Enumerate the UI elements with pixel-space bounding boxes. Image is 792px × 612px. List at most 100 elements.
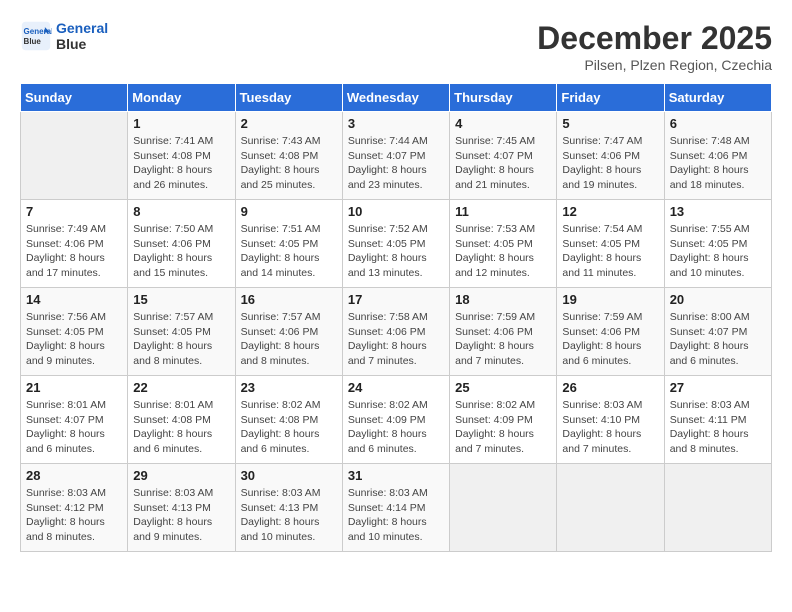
- calendar-cell: 16 Sunrise: 7:57 AM Sunset: 4:06 PM Dayli…: [235, 288, 342, 376]
- day-info: Sunrise: 7:53 AM Sunset: 4:05 PM Dayligh…: [455, 222, 551, 281]
- day-info: Sunrise: 8:02 AM Sunset: 4:08 PM Dayligh…: [241, 398, 337, 457]
- day-number: 18: [455, 292, 551, 307]
- day-number: 10: [348, 204, 444, 219]
- calendar-cell: 18 Sunrise: 7:59 AM Sunset: 4:06 PM Dayli…: [450, 288, 557, 376]
- day-number: 28: [26, 468, 122, 483]
- calendar-cell: [664, 464, 771, 552]
- calendar-cell: 4Sunrise: 7:45 AM Sunset: 4:07 PM Daylig…: [450, 112, 557, 200]
- weekday-header-monday: Monday: [128, 84, 235, 112]
- calendar-cell: 14 Sunrise: 7:56 AM Sunset: 4:05 PM Dayli…: [21, 288, 128, 376]
- day-number: 20: [670, 292, 766, 307]
- day-number: 13: [670, 204, 766, 219]
- day-info: Sunrise: 8:03 AM Sunset: 4:10 PM Dayligh…: [562, 398, 658, 457]
- day-number: 9: [241, 204, 337, 219]
- calendar-cell: 15 Sunrise: 7:57 AM Sunset: 4:05 PM Dayli…: [128, 288, 235, 376]
- weekday-header-thursday: Thursday: [450, 84, 557, 112]
- calendar-cell: 3 Sunrise: 7:44 AM Sunset: 4:07 PM Daylig…: [342, 112, 449, 200]
- day-number: 12: [562, 204, 658, 219]
- day-number: 15: [133, 292, 229, 307]
- day-info: Sunrise: 7:58 AM Sunset: 4:06 PM Dayligh…: [348, 310, 444, 369]
- day-info: Sunrise: 7:59 AM Sunset: 4:06 PM Dayligh…: [562, 310, 658, 369]
- calendar-cell: 5 Sunrise: 7:47 AM Sunset: 4:06 PM Daylig…: [557, 112, 664, 200]
- day-number: 25: [455, 380, 551, 395]
- day-info: Sunrise: 7:51 AM Sunset: 4:05 PM Dayligh…: [241, 222, 337, 281]
- day-info: Sunrise: 7:50 AM Sunset: 4:06 PM Dayligh…: [133, 222, 229, 281]
- day-info: Sunrise: 8:03 AM Sunset: 4:13 PM Dayligh…: [133, 486, 229, 545]
- day-info: Sunrise: 7:57 AM Sunset: 4:05 PM Dayligh…: [133, 310, 229, 369]
- day-number: 30: [241, 468, 337, 483]
- day-number: 19: [562, 292, 658, 307]
- day-info: Sunrise: 7:57 AM Sunset: 4:06 PM Dayligh…: [241, 310, 337, 369]
- day-number: 16: [241, 292, 337, 307]
- weekday-header-tuesday: Tuesday: [235, 84, 342, 112]
- day-number: 14: [26, 292, 122, 307]
- calendar-table: SundayMondayTuesdayWednesdayThursdayFrid…: [20, 83, 772, 552]
- day-info: Sunrise: 8:01 AM Sunset: 4:08 PM Dayligh…: [133, 398, 229, 457]
- day-number: 8: [133, 204, 229, 219]
- day-number: 31: [348, 468, 444, 483]
- day-info: Sunrise: 8:03 AM Sunset: 4:11 PM Dayligh…: [670, 398, 766, 457]
- day-info: Sunrise: 7:56 AM Sunset: 4:05 PM Dayligh…: [26, 310, 122, 369]
- day-info: Sunrise: 7:59 AM Sunset: 4:06 PM Dayligh…: [455, 310, 551, 369]
- calendar-cell: 21 Sunrise: 8:01 AM Sunset: 4:07 PM Dayli…: [21, 376, 128, 464]
- day-info: Sunrise: 7:44 AM Sunset: 4:07 PM Dayligh…: [348, 134, 444, 193]
- calendar-cell: 20 Sunrise: 8:00 AM Sunset: 4:07 PM Dayli…: [664, 288, 771, 376]
- calendar-cell: 24Sunrise: 8:02 AM Sunset: 4:09 PM Dayli…: [342, 376, 449, 464]
- day-info: Sunrise: 7:43 AM Sunset: 4:08 PM Dayligh…: [241, 134, 337, 193]
- calendar-cell: 23Sunrise: 8:02 AM Sunset: 4:08 PM Dayli…: [235, 376, 342, 464]
- day-info: Sunrise: 7:47 AM Sunset: 4:06 PM Dayligh…: [562, 134, 658, 193]
- day-info: Sunrise: 8:02 AM Sunset: 4:09 PM Dayligh…: [348, 398, 444, 457]
- month-title: December 2025: [537, 20, 772, 57]
- calendar-cell: [450, 464, 557, 552]
- page-header: General Blue General Blue December 2025 …: [20, 20, 772, 73]
- day-number: 2: [241, 116, 337, 131]
- calendar-cell: 7 Sunrise: 7:49 AM Sunset: 4:06 PM Daylig…: [21, 200, 128, 288]
- calendar-cell: 26 Sunrise: 8:03 AM Sunset: 4:10 PM Dayli…: [557, 376, 664, 464]
- calendar-cell: 17Sunrise: 7:58 AM Sunset: 4:06 PM Dayli…: [342, 288, 449, 376]
- day-number: 29: [133, 468, 229, 483]
- calendar-cell: 29 Sunrise: 8:03 AM Sunset: 4:13 PM Dayli…: [128, 464, 235, 552]
- day-info: Sunrise: 8:03 AM Sunset: 4:12 PM Dayligh…: [26, 486, 122, 545]
- day-number: 21: [26, 380, 122, 395]
- day-info: Sunrise: 8:01 AM Sunset: 4:07 PM Dayligh…: [26, 398, 122, 457]
- weekday-header-friday: Friday: [557, 84, 664, 112]
- day-info: Sunrise: 7:48 AM Sunset: 4:06 PM Dayligh…: [670, 134, 766, 193]
- day-info: Sunrise: 8:03 AM Sunset: 4:13 PM Dayligh…: [241, 486, 337, 545]
- calendar-cell: 1 Sunrise: 7:41 AM Sunset: 4:08 PM Daylig…: [128, 112, 235, 200]
- svg-text:Blue: Blue: [24, 37, 42, 46]
- day-info: Sunrise: 7:54 AM Sunset: 4:05 PM Dayligh…: [562, 222, 658, 281]
- calendar-cell: 10 Sunrise: 7:52 AM Sunset: 4:05 PM Dayli…: [342, 200, 449, 288]
- calendar-cell: 27 Sunrise: 8:03 AM Sunset: 4:11 PM Dayli…: [664, 376, 771, 464]
- day-number: 1: [133, 116, 229, 131]
- day-info: Sunrise: 7:49 AM Sunset: 4:06 PM Dayligh…: [26, 222, 122, 281]
- calendar-cell: 28 Sunrise: 8:03 AM Sunset: 4:12 PM Dayli…: [21, 464, 128, 552]
- logo-icon: General Blue: [20, 20, 52, 52]
- day-number: 7: [26, 204, 122, 219]
- calendar-cell: 2 Sunrise: 7:43 AM Sunset: 4:08 PM Daylig…: [235, 112, 342, 200]
- calendar-cell: 6 Sunrise: 7:48 AM Sunset: 4:06 PM Daylig…: [664, 112, 771, 200]
- weekday-header-wednesday: Wednesday: [342, 84, 449, 112]
- day-number: 5: [562, 116, 658, 131]
- calendar-cell: [21, 112, 128, 200]
- weekday-header-saturday: Saturday: [664, 84, 771, 112]
- day-info: Sunrise: 7:52 AM Sunset: 4:05 PM Dayligh…: [348, 222, 444, 281]
- day-info: Sunrise: 7:41 AM Sunset: 4:08 PM Dayligh…: [133, 134, 229, 193]
- logo-text: General Blue: [56, 20, 108, 52]
- day-number: 4: [455, 116, 551, 131]
- calendar-cell: 22 Sunrise: 8:01 AM Sunset: 4:08 PM Dayli…: [128, 376, 235, 464]
- day-number: 22: [133, 380, 229, 395]
- calendar-cell: 31 Sunrise: 8:03 AM Sunset: 4:14 PM Dayli…: [342, 464, 449, 552]
- day-number: 3: [348, 116, 444, 131]
- calendar-cell: 8 Sunrise: 7:50 AM Sunset: 4:06 PM Daylig…: [128, 200, 235, 288]
- day-info: Sunrise: 8:00 AM Sunset: 4:07 PM Dayligh…: [670, 310, 766, 369]
- calendar-cell: 19 Sunrise: 7:59 AM Sunset: 4:06 PM Dayli…: [557, 288, 664, 376]
- day-number: 27: [670, 380, 766, 395]
- day-info: Sunrise: 8:03 AM Sunset: 4:14 PM Dayligh…: [348, 486, 444, 545]
- calendar-cell: 9 Sunrise: 7:51 AM Sunset: 4:05 PM Daylig…: [235, 200, 342, 288]
- logo: General Blue General Blue: [20, 20, 108, 52]
- calendar-cell: 25Sunrise: 8:02 AM Sunset: 4:09 PM Dayli…: [450, 376, 557, 464]
- calendar-cell: 11Sunrise: 7:53 AM Sunset: 4:05 PM Dayli…: [450, 200, 557, 288]
- day-number: 6: [670, 116, 766, 131]
- day-number: 26: [562, 380, 658, 395]
- calendar-cell: [557, 464, 664, 552]
